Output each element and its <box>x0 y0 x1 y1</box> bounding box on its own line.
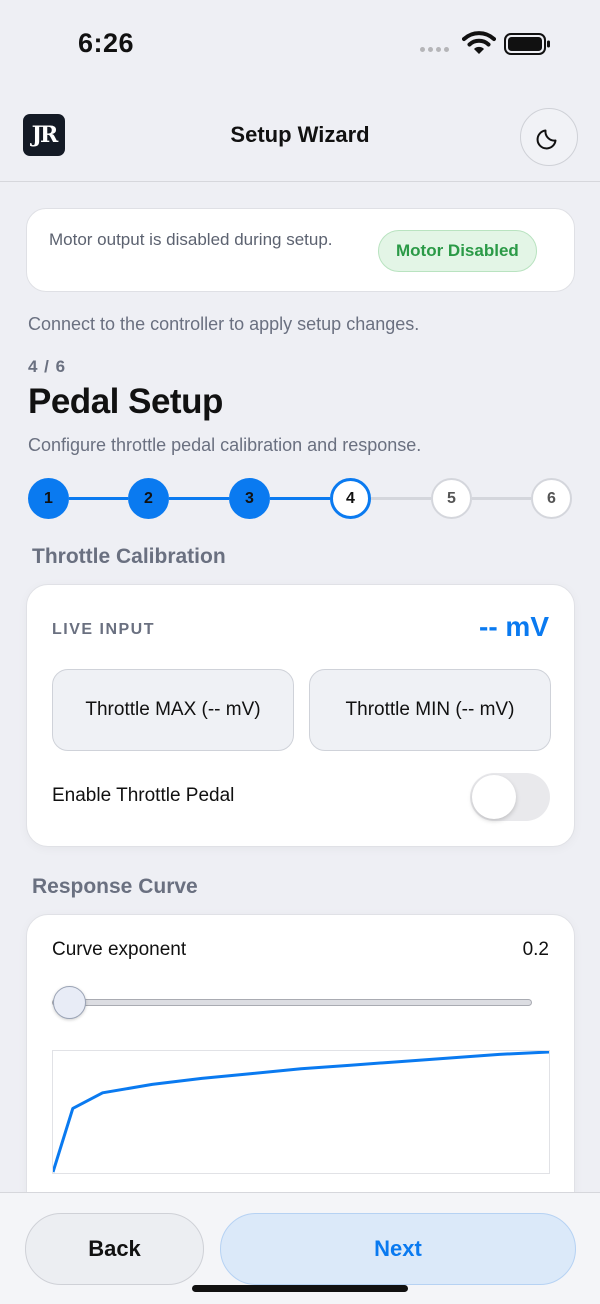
bottom-nav-bar: Back Next <box>0 1192 600 1304</box>
next-button[interactable]: Next <box>220 1213 576 1285</box>
step-4: 4 <box>330 478 371 519</box>
enable-throttle-label: Enable Throttle Pedal <box>52 785 235 806</box>
response-curve-chart <box>51 1050 550 1174</box>
throttle-max-button[interactable]: Throttle MAX (-- mV) <box>52 669 294 751</box>
toggle-knob <box>472 775 516 819</box>
live-input-label: LIVE INPUT <box>52 621 156 638</box>
curve-exponent-slider-track[interactable] <box>52 999 532 1006</box>
enable-throttle-toggle[interactable] <box>470 773 550 821</box>
page-title: Pedal Setup <box>28 382 223 421</box>
home-indicator <box>192 1285 408 1292</box>
throttle-calibration-heading: Throttle Calibration <box>32 545 226 568</box>
live-input-value: -- mV <box>479 611 549 642</box>
step-counter: 4 / 6 <box>28 357 67 376</box>
curve-exponent-label: Curve exponent <box>52 939 187 960</box>
motor-notice-card: Motor output is disabled during setup. M… <box>26 208 575 292</box>
back-button[interactable]: Back <box>25 1213 204 1285</box>
step-5: 5 <box>431 478 472 519</box>
step-connector <box>69 497 128 500</box>
moon-icon <box>536 129 557 150</box>
step-connector <box>472 497 531 500</box>
step-3: 3 <box>229 478 270 519</box>
status-bar: 6:26 <box>0 0 600 90</box>
step-6: 6 <box>531 478 572 519</box>
connect-note: Connect to the controller to apply setup… <box>28 314 420 334</box>
page-header-title: Setup Wizard <box>230 122 370 147</box>
curve-exponent-slider-thumb[interactable] <box>53 986 86 1019</box>
page-description: Configure throttle pedal calibration and… <box>28 435 422 455</box>
wifi-icon <box>462 31 496 54</box>
app-header: JR Setup Wizard <box>0 90 600 182</box>
step-1: 1 <box>28 478 69 519</box>
status-time: 6:26 <box>78 28 135 58</box>
curve-exponent-value: 0.2 <box>522 939 549 960</box>
throttle-min-button[interactable]: Throttle MIN (-- mV) <box>309 669 551 751</box>
step-connector <box>270 497 330 500</box>
step-connector <box>169 497 229 500</box>
response-curve-svg <box>51 1050 550 1173</box>
step-connector <box>371 497 431 500</box>
step-2: 2 <box>128 478 169 519</box>
battery-icon <box>504 33 550 55</box>
step-progress: 1 2 3 4 5 6 <box>28 478 572 520</box>
cellular-signal-icon <box>420 47 449 52</box>
response-curve-line <box>51 1050 550 1173</box>
theme-toggle-button[interactable] <box>520 108 578 166</box>
motor-notice-text: Motor output is disabled during setup. <box>49 230 333 249</box>
status-badge: Motor Disabled <box>378 230 537 272</box>
response-curve-heading: Response Curve <box>32 875 198 898</box>
throttle-calibration-card: LIVE INPUT -- mV Throttle MAX (-- mV) Th… <box>26 584 575 847</box>
